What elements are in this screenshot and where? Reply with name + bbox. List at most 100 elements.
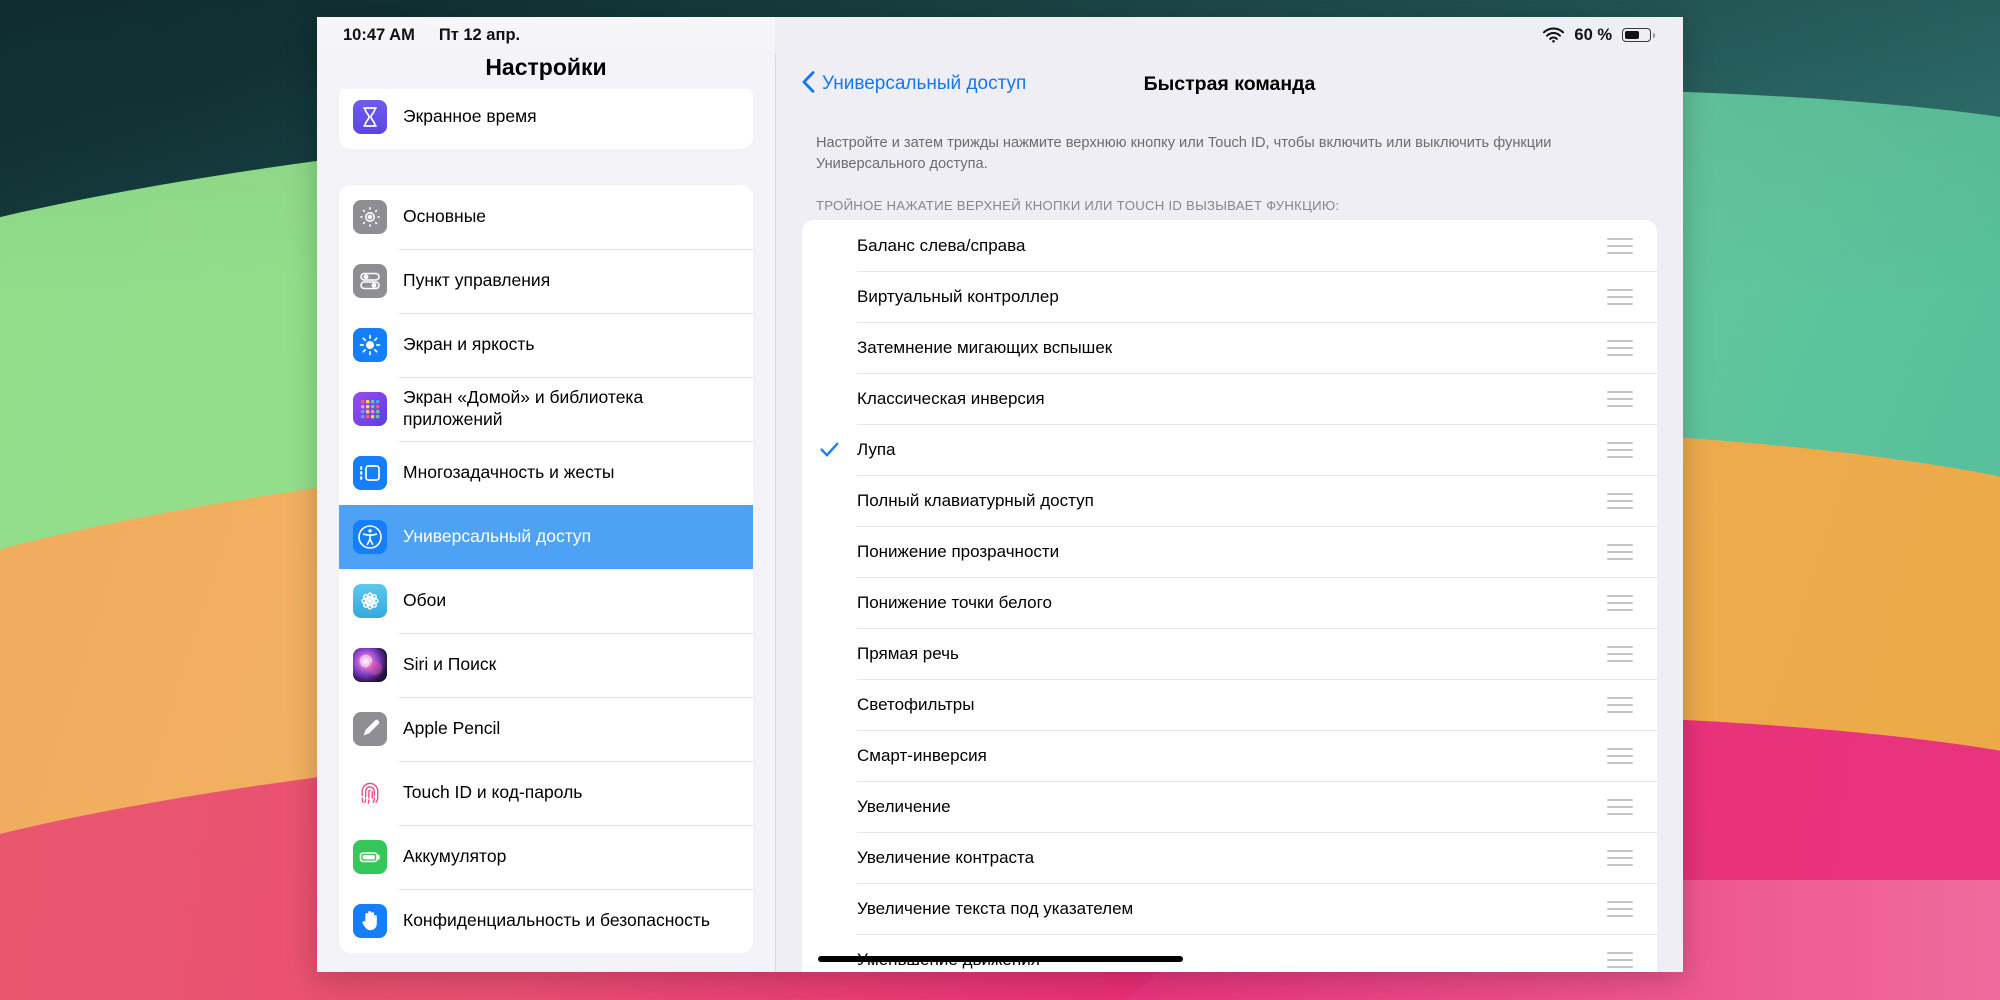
reorder-handle-icon[interactable] (1607, 237, 1633, 255)
sidebar-item-siri-и-поиск[interactable]: Siri и Поиск (339, 633, 753, 697)
detail-description: Настройте и затем трижды нажмите верхнюю… (816, 135, 1552, 172)
reorder-handle-icon[interactable] (1607, 339, 1633, 357)
status-bar-date: Пт 12 апр. (438, 25, 521, 44)
shortcut-option-row[interactable]: Лупа (802, 424, 1657, 475)
sidebar-item-экран-и-яркость[interactable]: Экран и яркость (339, 313, 753, 377)
shortcut-option-label: Светофильтры (857, 694, 975, 714)
control-center-icon (353, 264, 387, 298)
sidebar-item-пункт-управления[interactable]: Пункт управления (339, 249, 753, 313)
shortcut-option-row[interactable]: Прямая речь (802, 628, 1657, 679)
shortcut-option-row[interactable]: Увеличение контраста (802, 832, 1657, 883)
battery-icon (353, 840, 387, 874)
shortcut-option-row[interactable]: Увеличение (802, 781, 1657, 832)
shortcut-option-row[interactable]: Понижение точки белого (802, 577, 1657, 628)
detail-scroll-area[interactable]: Настройте и затем трижды нажмите верхнюю… (776, 115, 1683, 972)
sidebar-group: Основные Пункт управления Экран и яркость Э… (339, 185, 753, 953)
shortcut-option-row[interactable]: Полный клавиатурный доступ (802, 475, 1657, 526)
reorder-handle-icon[interactable] (1607, 543, 1633, 561)
reorder-handle-icon[interactable] (1607, 900, 1633, 918)
multitasking-icon (353, 456, 387, 490)
sidebar-item-label: Touch ID и код-пароль (403, 782, 583, 803)
sidebar-item-label: Экран «Домой» и библиотека приложений (403, 387, 644, 429)
gear-icon (353, 200, 387, 234)
sidebar-item-label: Многозадачность и жесты (403, 462, 615, 483)
sidebar-item-label: Обои (403, 590, 447, 611)
sidebar-item-label: Аккумулятор (403, 846, 507, 867)
shortcut-option-row[interactable]: Смарт-инверсия (802, 730, 1657, 781)
battery-icon (1622, 28, 1655, 42)
reorder-handle-icon[interactable] (1607, 798, 1633, 816)
shortcut-option-label: Уменьшение движения (857, 949, 1040, 969)
shortcut-options-list: Баланс слева/справа Виртуальный контролле… (802, 220, 1657, 972)
sidebar-item-аккумулятор[interactable]: Аккумулятор (339, 825, 753, 889)
back-button[interactable]: Универсальный доступ (802, 70, 1027, 98)
sidebar-group-list: Экранное время Основные Пункт управления Эк… (339, 85, 753, 972)
sidebar-item-многозадачность-и-жесты[interactable]: Многозадачность и жесты (339, 441, 753, 505)
ipad-settings-window: 10:47 AM Пт 12 апр. 60 % Настройки Экран… (317, 17, 1683, 972)
battery-percent-label: 60 % (1574, 25, 1613, 44)
reorder-handle-icon[interactable] (1607, 696, 1633, 714)
shortcut-option-label: Затемнение мигающих вспышек (857, 337, 1113, 357)
sidebar-item-label: Пункт управления (403, 270, 551, 291)
status-bar-time: 10:47 AM (343, 25, 415, 44)
section-header: ТРОЙНОЕ НАЖАТИЕ ВЕРХНЕЙ КНОПКИ ИЛИ TOUCH… (816, 198, 1340, 214)
sidebar-item-экранное-время[interactable]: Экранное время (339, 85, 753, 149)
shortcut-option-label: Лупа (857, 439, 896, 459)
shortcut-option-row[interactable]: Затемнение мигающих вспышек (802, 322, 1657, 373)
sidebar-item-обои[interactable]: Обои (339, 569, 753, 633)
shortcut-option-row[interactable]: Уменьшение движения (802, 934, 1657, 972)
sidebar-item-label: Универсальный доступ (403, 526, 592, 547)
detail-nav-bar: Универсальный доступ Быстрая команда (776, 53, 1683, 115)
reorder-handle-icon[interactable] (1607, 747, 1633, 765)
shortcut-option-label: Понижение точки белого (857, 592, 1052, 612)
sidebar-item-конфиденциальность-и-безопасность[interactable]: Конфиденциальность и безопасность (339, 889, 753, 953)
reorder-handle-icon[interactable] (1607, 594, 1633, 612)
shortcut-option-label: Увеличение контраста (857, 847, 1035, 867)
shortcut-option-row[interactable]: Светофильтры (802, 679, 1657, 730)
privacy-hand-icon (353, 904, 387, 938)
siri-icon (353, 648, 387, 682)
sidebar-item-label: Основные (403, 206, 487, 227)
back-button-label: Универсальный доступ (822, 73, 1027, 94)
reorder-handle-icon[interactable] (1607, 849, 1633, 867)
sidebar-scroll-area[interactable]: Экранное время Основные Пункт управления Эк… (317, 53, 775, 972)
accessibility-icon (353, 520, 387, 554)
checkmark-icon (802, 442, 857, 457)
shortcut-option-label: Понижение прозрачности (857, 541, 1060, 561)
reorder-handle-icon[interactable] (1607, 288, 1633, 306)
shortcut-option-label: Увеличение (857, 796, 951, 816)
shortcut-option-label: Смарт-инверсия (857, 745, 987, 765)
home-screen-icon (353, 392, 387, 426)
sidebar-group: Экранное время (339, 85, 753, 149)
sidebar-item-touch-id-и-код-пароль[interactable]: Touch ID и код-пароль (339, 761, 753, 825)
reorder-handle-icon[interactable] (1607, 645, 1633, 663)
shortcut-option-row[interactable]: Классическая инверсия (802, 373, 1657, 424)
sidebar-item-универсальный-доступ[interactable]: Универсальный доступ (339, 505, 753, 569)
reorder-handle-icon[interactable] (1607, 492, 1633, 510)
shortcut-option-row[interactable]: Понижение прозрачности (802, 526, 1657, 577)
sidebar-item-apple-pencil[interactable]: Apple Pencil (339, 697, 753, 761)
status-bar: 10:47 AM Пт 12 апр. 60 % (317, 17, 1683, 53)
screen-time-icon (353, 100, 387, 134)
pencil-icon (353, 712, 387, 746)
split-view: Настройки Экранное время Основные Пункт уп… (317, 17, 1683, 972)
wallpaper-icon (353, 584, 387, 618)
detail-pane: Универсальный доступ Быстрая команда Нас… (776, 53, 1683, 972)
reorder-handle-icon[interactable] (1607, 441, 1633, 459)
shortcut-option-label: Баланс слева/справа (857, 235, 1026, 255)
sidebar-item-экран-домой-и-библиотека-приложений[interactable]: Экран «Домой» и библиотека приложений (339, 377, 753, 441)
reorder-handle-icon[interactable] (1607, 390, 1633, 408)
wifi-icon (1543, 27, 1565, 43)
shortcut-option-label: Виртуальный контроллер (857, 286, 1059, 306)
shortcut-option-label: Классическая инверсия (857, 388, 1045, 408)
sidebar-item-label: Apple Pencil (403, 718, 501, 739)
sidebar-item-label: Экран и яркость (403, 334, 535, 355)
reorder-handle-icon[interactable] (1607, 951, 1633, 969)
sidebar-item-основные[interactable]: Основные (339, 185, 753, 249)
shortcut-option-row[interactable]: Виртуальный контроллер (802, 271, 1657, 322)
shortcut-option-row[interactable]: Увеличение текста под указателем (802, 883, 1657, 934)
sidebar-item-label: Siri и Поиск (403, 654, 497, 675)
sidebar-item-label: Экранное время (403, 106, 537, 127)
brightness-icon (353, 328, 387, 362)
shortcut-option-row[interactable]: Баланс слева/справа (802, 220, 1657, 271)
